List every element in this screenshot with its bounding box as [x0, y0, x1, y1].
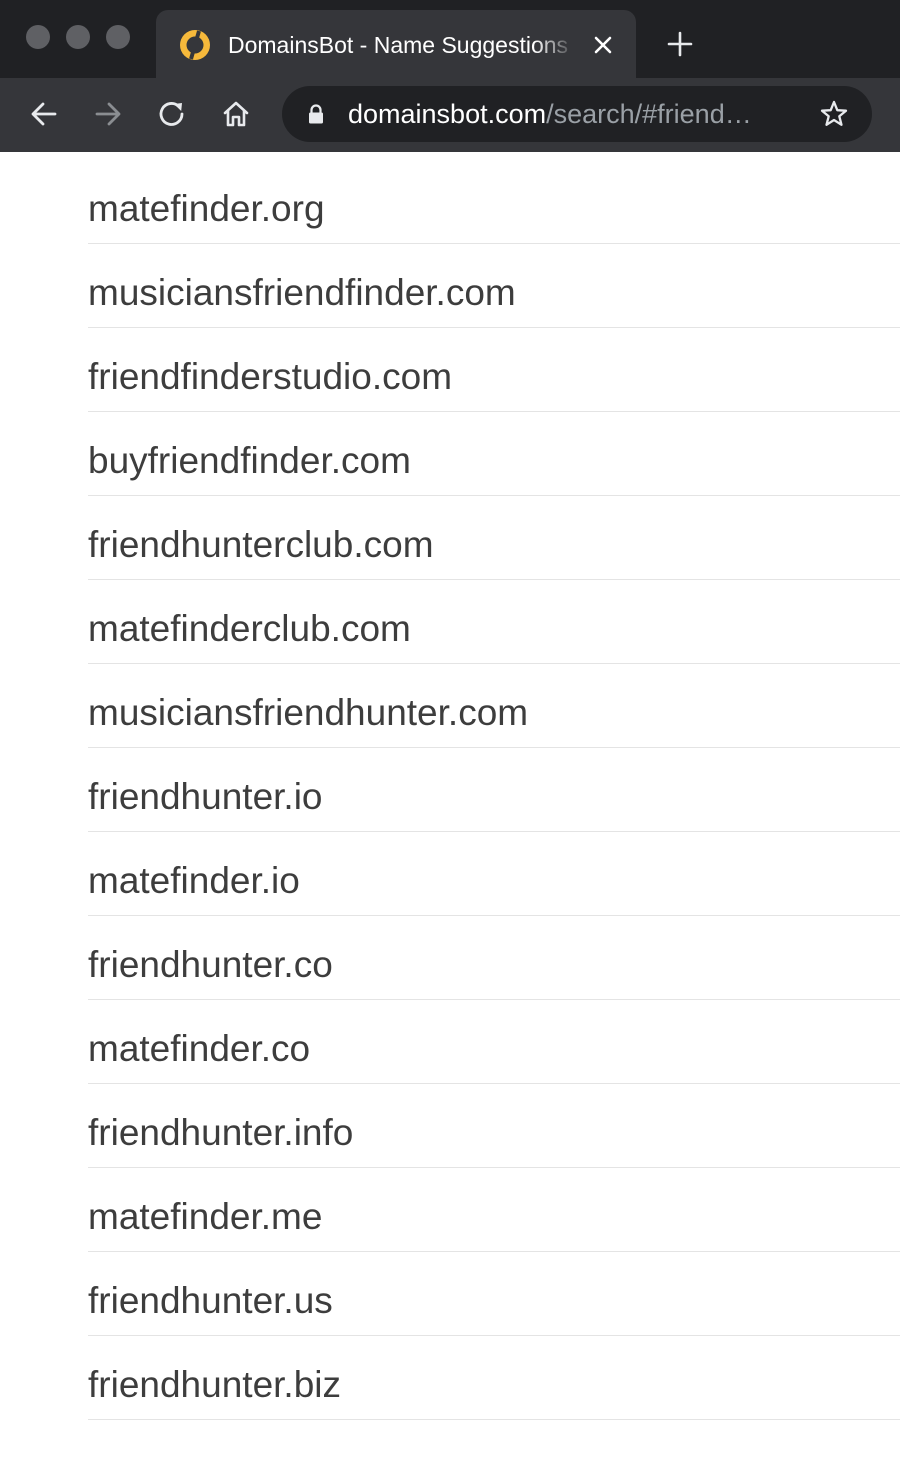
domain-row[interactable]: matefinder.io [88, 832, 900, 916]
domain-name-link[interactable]: friendhunter.biz [88, 1361, 341, 1409]
star-icon[interactable] [818, 98, 850, 130]
domain-name-link[interactable]: friendfinderstudio.com [88, 353, 452, 401]
forward-arrow-icon[interactable] [88, 94, 128, 134]
domain-name-link[interactable]: musiciansfriendhunter.com [88, 689, 528, 737]
domain-name-link[interactable]: matefinder.co [88, 1025, 310, 1073]
page-content: matefinder.org musiciansfriendfinder.com f… [0, 152, 900, 1460]
domain-row[interactable]: friendhunter.co [88, 916, 900, 1000]
domain-row[interactable]: matefinder.me [88, 1168, 900, 1252]
domain-name-link[interactable]: friendhunter.io [88, 773, 323, 821]
close-icon[interactable] [588, 30, 618, 60]
domain-row[interactable]: matefinderclub.com [88, 580, 900, 664]
domain-name-link[interactable]: buyfriendfinder.com [88, 437, 411, 485]
url-path: /search/#friend… [546, 99, 752, 129]
domain-row[interactable]: friendhunter.us [88, 1252, 900, 1336]
window-maximize-button[interactable] [106, 25, 130, 49]
domain-row[interactable]: buyfriendfinder.com [88, 412, 900, 496]
domain-row[interactable]: matefinder.co [88, 1000, 900, 1084]
address-bar[interactable]: domainsbot.com/search/#friend… [282, 86, 872, 142]
lock-icon [309, 104, 323, 124]
url-host: domainsbot.com [348, 99, 547, 129]
domain-row[interactable]: friendfinderstudio.com [88, 328, 900, 412]
tab-strip: DomainsBot - Name Suggestions [0, 0, 900, 78]
domainsbot-logo-icon [180, 30, 210, 60]
reload-icon[interactable] [152, 94, 192, 134]
url-text[interactable]: domainsbot.com/search/#friend… [348, 98, 788, 130]
plus-icon[interactable] [662, 26, 698, 62]
domain-row[interactable]: friendhunter.io [88, 748, 900, 832]
domain-name-link[interactable]: friendhunter.co [88, 941, 333, 989]
domain-row[interactable]: friendhunterclub.com [88, 496, 900, 580]
domain-name-link[interactable]: matefinder.io [88, 857, 300, 905]
back-arrow-icon[interactable] [24, 94, 64, 134]
domain-name-link[interactable]: matefinder.org [88, 185, 325, 233]
domain-row[interactable]: friendhunter.info [88, 1084, 900, 1168]
home-icon[interactable] [216, 94, 256, 134]
domain-row[interactable]: musiciansfriendhunter.com [88, 664, 900, 748]
domain-name-link[interactable]: friendhunter.info [88, 1109, 353, 1157]
domain-name-link[interactable]: matefinder.me [88, 1193, 322, 1241]
domain-row[interactable]: musiciansfriendfinder.com [88, 244, 900, 328]
tab-title: DomainsBot - Name Suggestions [228, 32, 569, 58]
browser-chrome: DomainsBot - Name Suggestions domainsbot… [0, 0, 900, 152]
domain-row[interactable]: matefinder.org [88, 160, 900, 244]
browser-tab-active[interactable]: DomainsBot - Name Suggestions [156, 10, 636, 78]
domain-name-link[interactable]: musiciansfriendfinder.com [88, 269, 516, 317]
domain-row[interactable]: friendhunter.biz [88, 1336, 900, 1420]
window-close-button[interactable] [26, 25, 50, 49]
domain-name-link[interactable]: friendhunter.us [88, 1277, 333, 1325]
window-minimize-button[interactable] [66, 25, 90, 49]
domain-suggestion-list: matefinder.org musiciansfriendfinder.com f… [88, 160, 900, 1420]
domain-name-link[interactable]: matefinderclub.com [88, 605, 411, 653]
domain-name-link[interactable]: friendhunterclub.com [88, 521, 434, 569]
